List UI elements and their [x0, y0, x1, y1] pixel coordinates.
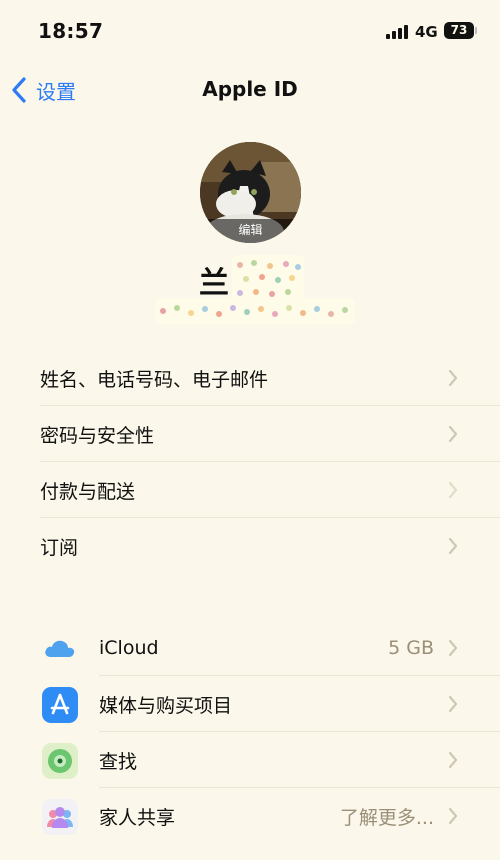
chevron-right-icon: [448, 537, 458, 555]
battery-nub: [475, 27, 477, 34]
learn-more-link[interactable]: 了解更多...: [340, 803, 434, 830]
row-label: 姓名、电话号码、电子邮件: [40, 368, 269, 391]
status-bar: 18:57 4G 73: [0, 0, 500, 60]
row-label: 家人共享: [99, 806, 176, 829]
chevron-right-icon: [448, 639, 458, 657]
chevron-right-icon: [448, 425, 458, 443]
chevron-right-icon: [448, 807, 458, 825]
avatar-edit-label: 编辑: [200, 219, 301, 243]
cellular-signal-icon: [386, 25, 410, 39]
find-my-icon: [42, 743, 78, 779]
nav-bar: 设置 Apple ID: [0, 68, 500, 112]
chevron-right-icon: [448, 369, 458, 387]
chevron-right-icon: [448, 751, 458, 769]
row-label: 付款与配送: [40, 480, 136, 503]
family-sharing-icon: [42, 799, 78, 835]
account-settings-list: 姓名、电话号码、电子邮件 密码与安全性 付款与配送 订阅: [0, 350, 500, 574]
icloud-icon: [42, 631, 78, 667]
row-find-my[interactable]: 查找: [0, 732, 500, 788]
row-label: iCloud: [99, 637, 159, 659]
row-label: 查找: [99, 750, 138, 773]
status-time: 18:57: [38, 19, 104, 43]
chevron-right-icon: [448, 481, 458, 499]
row-subscriptions[interactable]: 订阅: [0, 518, 500, 574]
row-label: 订阅: [40, 536, 79, 559]
storage-value: 5 GB: [388, 637, 434, 659]
row-label: 密码与安全性: [40, 424, 155, 447]
battery-icon: 73: [444, 22, 474, 39]
chevron-right-icon: [448, 695, 458, 713]
network-type: 4G: [415, 23, 438, 41]
account-name: 兰: [199, 266, 229, 301]
redaction-mask-email: [155, 298, 355, 324]
redaction-mask: [232, 255, 304, 303]
avatar[interactable]: 编辑: [200, 142, 301, 243]
row-password-security[interactable]: 密码与安全性: [0, 406, 500, 462]
row-family-sharing[interactable]: 家人共享 了解更多...: [0, 788, 500, 844]
row-media-purchases[interactable]: 媒体与购买项目: [0, 676, 500, 732]
row-payment-shipping[interactable]: 付款与配送: [0, 462, 500, 518]
row-icloud[interactable]: iCloud 5 GB: [0, 620, 500, 676]
page-title: Apple ID: [202, 77, 298, 101]
row-name-phone-email[interactable]: 姓名、电话号码、电子邮件: [0, 350, 500, 406]
app-store-icon: [42, 687, 78, 723]
battery-level: 73: [450, 23, 468, 37]
row-label: 媒体与购买项目: [99, 694, 233, 717]
services-list: iCloud 5 GB 媒体与购买项目 查找 家人共享 了解更多...: [0, 620, 500, 844]
